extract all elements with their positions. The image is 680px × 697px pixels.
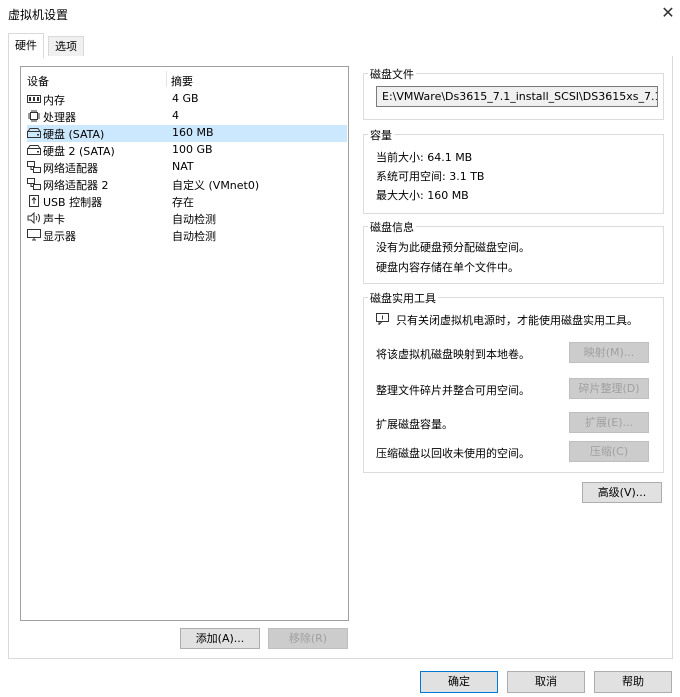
column-header-summary[interactable]: 摘要 — [171, 73, 193, 89]
monitor-icon — [27, 229, 41, 241]
device-list[interactable]: 设备 摘要 内存 4 GB 处理器 4 硬盘 (SATA) 160 MB 硬盘 … — [20, 66, 349, 621]
disk-file-group: 磁盘文件 E:\VMWare\Ds3615_7.1_install_SCSI\D… — [363, 66, 664, 120]
map-button[interactable]: 映射(M)... — [569, 342, 649, 363]
remove-device-button[interactable]: 移除(R) — [268, 628, 348, 649]
compact-button[interactable]: 压缩(C) — [569, 441, 649, 462]
speaker-icon — [27, 212, 40, 224]
network-icon — [27, 178, 41, 190]
disk-tools-note: 只有关闭虚拟机电源时，才能使用磁盘实用工具。 — [396, 314, 638, 327]
device-summary: 自动检测 — [172, 213, 216, 226]
device-summary: 100 GB — [172, 143, 213, 156]
device-row-sound[interactable]: 声卡 自动检测 — [27, 210, 347, 227]
device-summary: 存在 — [172, 196, 194, 209]
device-name: 显示器 — [43, 230, 76, 243]
info-message-icon — [376, 313, 389, 325]
disk-tools-label: 磁盘实用工具 — [368, 290, 438, 306]
tab-options[interactable]: 选项 — [48, 36, 84, 57]
column-header-device[interactable]: 设备 — [27, 73, 49, 89]
device-row-disk-selected[interactable]: 硬盘 (SATA) 160 MB — [27, 125, 347, 142]
compact-text: 压缩磁盘以回收未使用的空间。 — [376, 447, 530, 460]
device-row-usb[interactable]: USB 控制器 存在 — [27, 193, 347, 210]
defragment-button[interactable]: 碎片整理(D) — [569, 378, 649, 399]
device-summary: 自定义 (VMnet0) — [172, 179, 260, 192]
cancel-button[interactable]: 取消 — [507, 671, 585, 693]
disk-info-line-2: 硬盘内容存储在单个文件中。 — [376, 261, 519, 274]
device-summary: 160 MB — [172, 126, 214, 139]
ok-button[interactable]: 确定 — [420, 671, 498, 693]
cpu-icon — [28, 110, 40, 122]
device-name: 硬盘 2 (SATA) — [43, 145, 115, 158]
column-divider — [166, 71, 167, 87]
disk-info-label: 磁盘信息 — [368, 219, 416, 235]
device-name: 网络适配器 — [43, 162, 98, 175]
available-space-text: 系统可用空间: 3.1 TB — [376, 170, 485, 183]
defrag-text: 整理文件碎片并整合可用空间。 — [376, 384, 530, 397]
window-title: 虚拟机设置 — [8, 8, 69, 22]
expand-button[interactable]: 扩展(E)... — [569, 412, 649, 433]
device-name: 网络适配器 2 — [43, 179, 109, 192]
device-name: 内存 — [43, 94, 65, 107]
current-size-text: 当前大小: 64.1 MB — [376, 151, 473, 164]
device-summary: 自动检测 — [172, 230, 216, 243]
title-bar — [0, 0, 680, 28]
device-name: 声卡 — [43, 213, 65, 226]
disk-info-group: 磁盘信息 没有为此硬盘预分配磁盘空间。 硬盘内容存储在单个文件中。 — [363, 219, 664, 284]
device-summary: 4 GB — [172, 92, 199, 105]
add-device-button[interactable]: 添加(A)... — [180, 628, 260, 649]
disk-info-line-1: 没有为此硬盘预分配磁盘空间。 — [376, 241, 530, 254]
tab-hardware[interactable]: 硬件 — [8, 33, 44, 58]
map-disk-text: 将该虚拟机磁盘映射到本地卷。 — [376, 348, 530, 361]
max-size-text: 最大大小: 160 MB — [376, 189, 469, 202]
device-name: 处理器 — [43, 111, 76, 124]
usb-icon — [29, 195, 39, 207]
device-summary: NAT — [172, 160, 194, 173]
device-row-network[interactable]: 网络适配器 NAT — [27, 159, 347, 176]
device-summary: 4 — [172, 109, 179, 122]
help-button[interactable]: 帮助 — [594, 671, 672, 693]
disk-icon — [27, 145, 41, 155]
close-icon[interactable]: ✕ — [657, 2, 679, 24]
device-row-memory[interactable]: 内存 4 GB — [27, 91, 347, 108]
device-name: USB 控制器 — [43, 196, 103, 209]
disk-icon — [27, 128, 41, 138]
network-icon — [27, 161, 41, 173]
disk-file-label: 磁盘文件 — [368, 66, 416, 82]
disk-tools-group: 磁盘实用工具 只有关闭虚拟机电源时，才能使用磁盘实用工具。 将该虚拟机磁盘映射到… — [363, 290, 664, 473]
device-row-display[interactable]: 显示器 自动检测 — [27, 227, 347, 244]
capacity-label: 容量 — [368, 127, 394, 143]
advanced-button[interactable]: 高级(V)... — [582, 482, 662, 503]
memory-icon — [27, 95, 41, 103]
device-row-network-2[interactable]: 网络适配器 2 自定义 (VMnet0) — [27, 176, 347, 193]
capacity-group: 容量 当前大小: 64.1 MB 系统可用空间: 3.1 TB 最大大小: 16… — [363, 127, 664, 214]
expand-text: 扩展磁盘容量。 — [376, 418, 453, 431]
device-row-cpu[interactable]: 处理器 4 — [27, 108, 347, 125]
disk-file-path-field[interactable]: E:\VMWare\Ds3615_7.1_install_SCSI\DS3615… — [376, 86, 658, 107]
device-name: 硬盘 (SATA) — [43, 128, 105, 141]
device-row-disk-2[interactable]: 硬盘 2 (SATA) 100 GB — [27, 142, 347, 159]
